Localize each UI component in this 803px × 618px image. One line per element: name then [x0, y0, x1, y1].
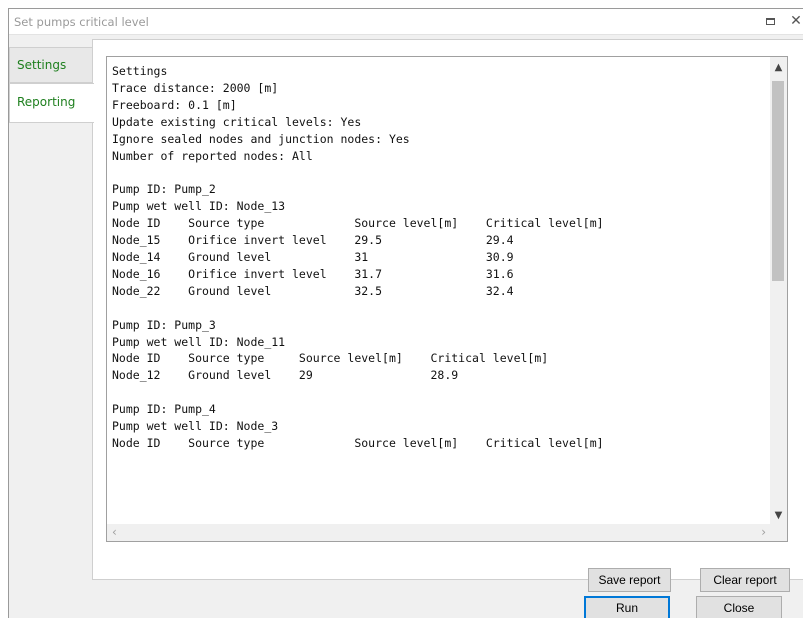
tab-settings[interactable]: Settings: [9, 47, 93, 83]
window-title: Set pumps critical level: [14, 15, 149, 29]
report-line: Node_22 Ground level 32.5 32.4: [112, 283, 514, 298]
report-line: Pump ID: Pump_3: [112, 317, 216, 332]
report-line: Node_12 Ground level 29 28.9: [112, 368, 459, 383]
report-line: Trace distance: 2000 [m]: [112, 80, 279, 95]
scrollbar-corner: [770, 524, 787, 541]
report-textbox[interactable]: Settings Trace distance: 2000 [m] Freeboar…: [106, 56, 788, 542]
close-button[interactable]: Close: [696, 596, 782, 618]
close-icon[interactable]: ✕: [789, 14, 803, 28]
report-line: Node ID Source type Source level[m] Crit…: [112, 351, 549, 366]
report-line: Pump wet well ID: Node_13: [112, 199, 286, 214]
report-line: Node ID Source type Source level[m] Crit…: [112, 216, 604, 231]
report-line: Update existing critical levels: Yes: [112, 114, 362, 129]
report-line: [112, 300, 771, 317]
report-line: Node ID Source type Source level[m] Crit…: [112, 435, 604, 450]
report-line: Freeboard: 0.1 [m]: [112, 97, 237, 112]
tab-reporting[interactable]: Reporting: [9, 83, 94, 123]
report-line: Number of reported nodes: All: [112, 148, 313, 163]
scroll-thumb[interactable]: [772, 81, 784, 281]
report-line: [112, 164, 771, 181]
report-line: Pump wet well ID: Node_3: [112, 419, 279, 434]
report-line: Ignore sealed nodes and junction nodes: …: [112, 131, 410, 146]
report-line: Node_14 Ground level 31 30.9: [112, 249, 514, 264]
report-line: Settings: [112, 64, 168, 78]
report-line: [112, 384, 771, 401]
scroll-left-icon[interactable]: ‹: [112, 524, 117, 541]
report-line: Node_16 Orifice invert level 31.7 31.6: [112, 266, 514, 281]
horizontal-scrollbar[interactable]: ‹ ›: [107, 524, 771, 541]
vertical-scrollbar[interactable]: ▲ ▼: [770, 57, 787, 525]
run-button[interactable]: Run: [584, 596, 670, 618]
report-line: Pump ID: Pump_4: [112, 402, 216, 417]
dialog-window: Set pumps critical level ✕ Settings Repo…: [8, 8, 803, 618]
scroll-right-icon[interactable]: ›: [761, 524, 766, 541]
report-line: Pump ID: Pump_2: [112, 182, 216, 197]
scroll-down-icon[interactable]: ▼: [770, 507, 787, 524]
report-line: Pump wet well ID: Node_11: [112, 334, 286, 349]
title-bar: Set pumps critical level ✕: [9, 9, 803, 35]
reporting-panel: Settings Trace distance: 2000 [m] Freeboar…: [92, 39, 803, 592]
save-report-button[interactable]: Save report: [588, 568, 671, 592]
maximize-icon[interactable]: [763, 14, 777, 28]
scroll-up-icon[interactable]: ▲: [770, 59, 787, 76]
report-line: Node_15 Orifice invert level 29.5 29.4: [112, 233, 514, 248]
clear-report-button[interactable]: Clear report: [700, 568, 790, 592]
report-text: Settings Trace distance: 2000 [m] Freeboar…: [107, 57, 771, 525]
